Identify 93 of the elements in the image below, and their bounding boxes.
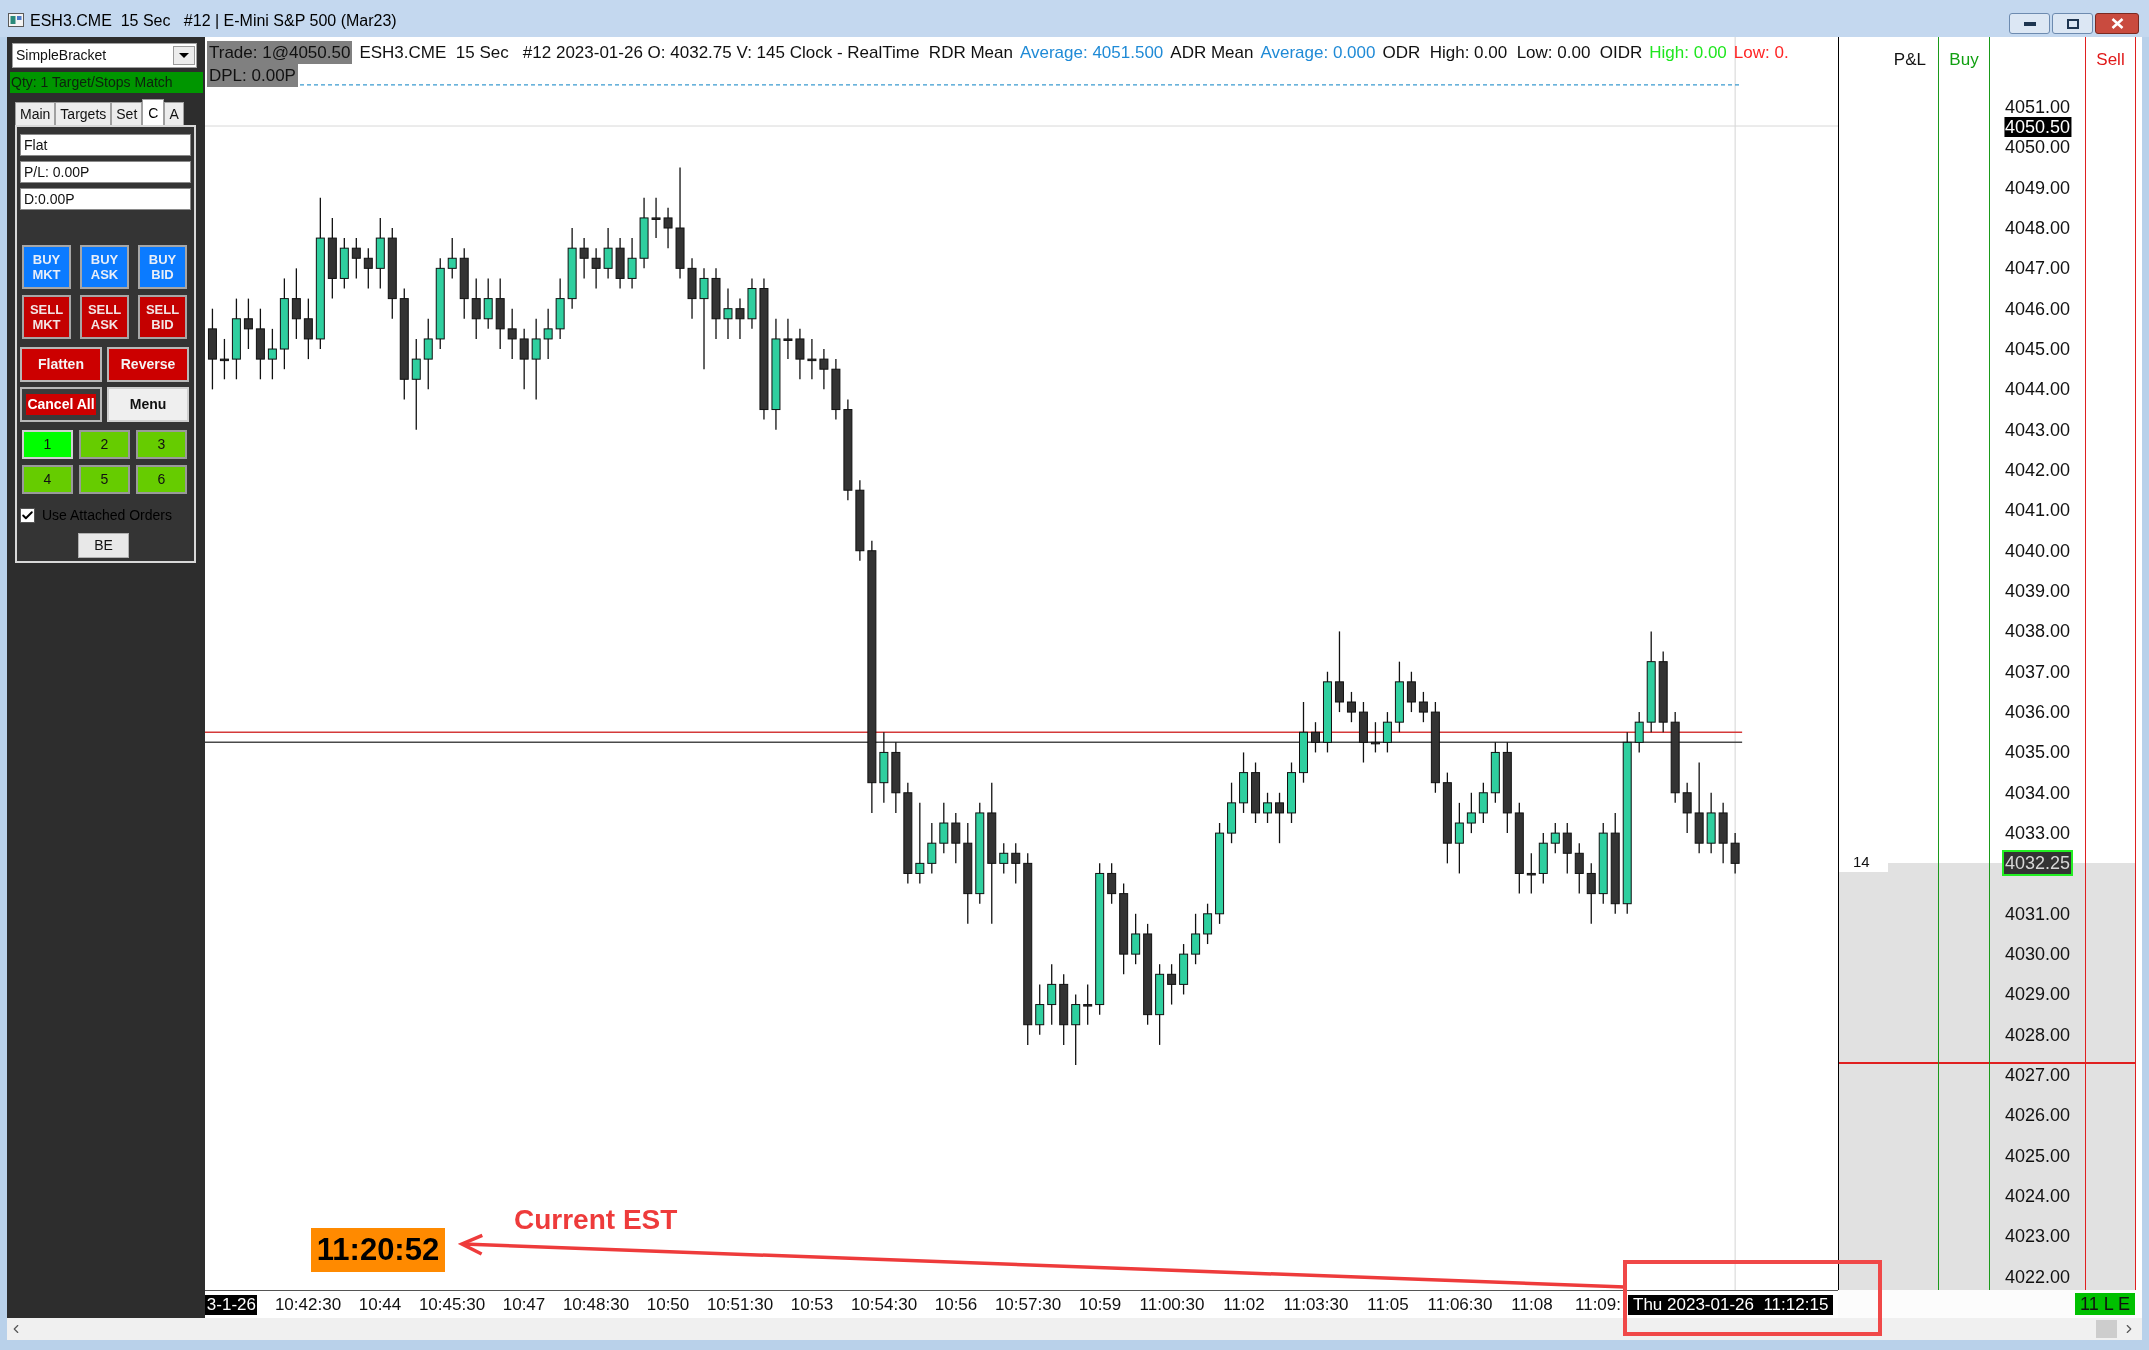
price-label: 4029.00 — [2004, 984, 2071, 1005]
time-label: 10:57:30 — [994, 1294, 1062, 1315]
time-label: 10:45:30 — [418, 1294, 486, 1315]
quantity-button[interactable]: 2 — [79, 430, 130, 459]
price-label: 4044.00 — [2004, 379, 2071, 400]
strategy-dropdown[interactable]: SimpleBracket — [12, 43, 197, 68]
price-label: 4025.00 — [2004, 1145, 2071, 1166]
quantity-button[interactable]: 3 — [136, 430, 187, 459]
menu-button[interactable]: Menu — [107, 387, 189, 422]
price-label: 4038.00 — [2004, 621, 2071, 642]
time-label: 10:51:30 — [706, 1294, 774, 1315]
readout-field: D:0.00P — [20, 188, 191, 210]
price-label: 4033.00 — [2004, 822, 2071, 843]
quantity-button[interactable]: 1 — [22, 430, 73, 459]
price-label: 4037.00 — [2004, 661, 2071, 682]
last-price-marker: 4032.25 — [2001, 850, 2074, 877]
trade-price-marker: 4050.50 — [2003, 117, 2072, 137]
price-label: 4024.00 — [2004, 1185, 2071, 1206]
time-label: 11:00:30 — [1139, 1294, 1205, 1315]
be-button[interactable]: BE — [78, 533, 129, 558]
price-label: 4051.00 — [2004, 97, 2071, 117]
sell-order-button[interactable]: SELL ASK — [80, 295, 129, 339]
sell-order-button[interactable]: SELL BID — [138, 295, 187, 339]
tab[interactable]: Targets — [55, 102, 112, 125]
time-label: 11:05 — [1367, 1294, 1409, 1315]
price-label: 4031.00 — [2004, 903, 2071, 924]
price-label: 4035.00 — [2004, 742, 2071, 763]
quantity-button[interactable]: 4 — [22, 465, 73, 494]
readout-field: P/L: 0.00P — [20, 161, 191, 183]
price-label: 4040.00 — [2004, 540, 2071, 561]
maximize-button[interactable] — [2052, 13, 2093, 34]
tab[interactable]: Set — [111, 102, 143, 125]
reverse-button[interactable]: Reverse — [107, 347, 189, 382]
time-label: 10:48:30 — [562, 1294, 630, 1315]
price-label: 4045.00 — [2004, 338, 2071, 359]
column-header: P&L — [1893, 49, 1926, 71]
column-header: Buy — [1949, 49, 1979, 71]
cancel-all-button[interactable]: Cancel All — [20, 387, 102, 422]
time-label: 10:44 — [358, 1294, 402, 1315]
order-status-bar: Qty: 1 Target/Stops Match — [10, 72, 203, 93]
price-label: 4026.00 — [2004, 1105, 2071, 1126]
price-label: 4048.00 — [2004, 217, 2071, 238]
price-label: 4022.00 — [2004, 1266, 2071, 1287]
time-label: 10:56 — [934, 1294, 978, 1315]
time-label: 10:42:30 — [274, 1294, 342, 1315]
time-label: 11:08 — [1511, 1294, 1553, 1315]
price-label: 4046.00 — [2004, 298, 2071, 319]
price-label: 4047.00 — [2004, 258, 2071, 279]
time-label: 10:54:30 — [850, 1294, 918, 1315]
time-label: 10:47 — [502, 1294, 546, 1315]
tab[interactable]: A — [164, 102, 184, 125]
tab[interactable]: C — [142, 99, 165, 125]
tab[interactable]: Main — [15, 102, 56, 125]
checkbox[interactable] — [20, 508, 35, 523]
price-label: 4030.00 — [2004, 943, 2071, 964]
column-header: Sell — [2096, 49, 2125, 71]
readout-field: Flat — [20, 134, 191, 156]
price-label: 4023.00 — [2004, 1226, 2071, 1247]
time-label: 11:03:30 — [1283, 1294, 1349, 1315]
price-label: 4043.00 — [2004, 419, 2071, 440]
sell-order-button[interactable]: SELL MKT — [22, 295, 71, 339]
quantity-button[interactable]: 5 — [79, 465, 130, 494]
time-label: 11:06:30 — [1427, 1294, 1493, 1315]
time-label: 11:02 — [1223, 1294, 1265, 1315]
date-label: 3-1-26 — [205, 1294, 257, 1315]
status-badge: 11 L E — [2074, 1293, 2135, 1315]
price-label: 4028.00 — [2004, 1024, 2071, 1045]
price-label: 4049.00 — [2004, 177, 2071, 198]
price-label: 4039.00 — [2004, 580, 2071, 601]
time-label: 10:59 — [1078, 1294, 1122, 1315]
minimize-button[interactable] — [2009, 13, 2050, 34]
close-icon — [2110, 18, 2124, 29]
quantity-button[interactable]: 6 — [136, 465, 187, 494]
price-label: 4036.00 — [2004, 701, 2071, 722]
price-label: 4042.00 — [2004, 459, 2071, 480]
time-label: 10:53 — [790, 1294, 834, 1315]
horizontal-scrollbar[interactable] — [7, 1318, 2142, 1340]
caret-icon — [173, 46, 195, 65]
maximize-icon — [2066, 18, 2079, 29]
check-icon — [21, 509, 34, 522]
time-label: 11:09: — [1575, 1294, 1621, 1315]
flatten-button[interactable]: Flatten — [20, 347, 102, 382]
cursor-time-label: Thu 2023-01-26 11:12:15 — [1628, 1294, 1834, 1315]
price-label: 4050.00 — [2004, 137, 2071, 158]
price-label: 4027.00 — [2004, 1064, 2071, 1085]
app-icon — [8, 13, 24, 27]
scrollbar-thumb[interactable] — [2096, 1320, 2117, 1338]
close-button[interactable] — [2095, 13, 2139, 34]
time-label: 10:50 — [646, 1294, 690, 1315]
window-title: ESH3.CME 15 Sec #12 | E-Mini S&P 500 (Mar23) — [30, 11, 397, 31]
price-label: 4034.00 — [2004, 782, 2071, 803]
minimize-icon — [2023, 21, 2036, 26]
price-label: 4041.00 — [2004, 500, 2071, 521]
